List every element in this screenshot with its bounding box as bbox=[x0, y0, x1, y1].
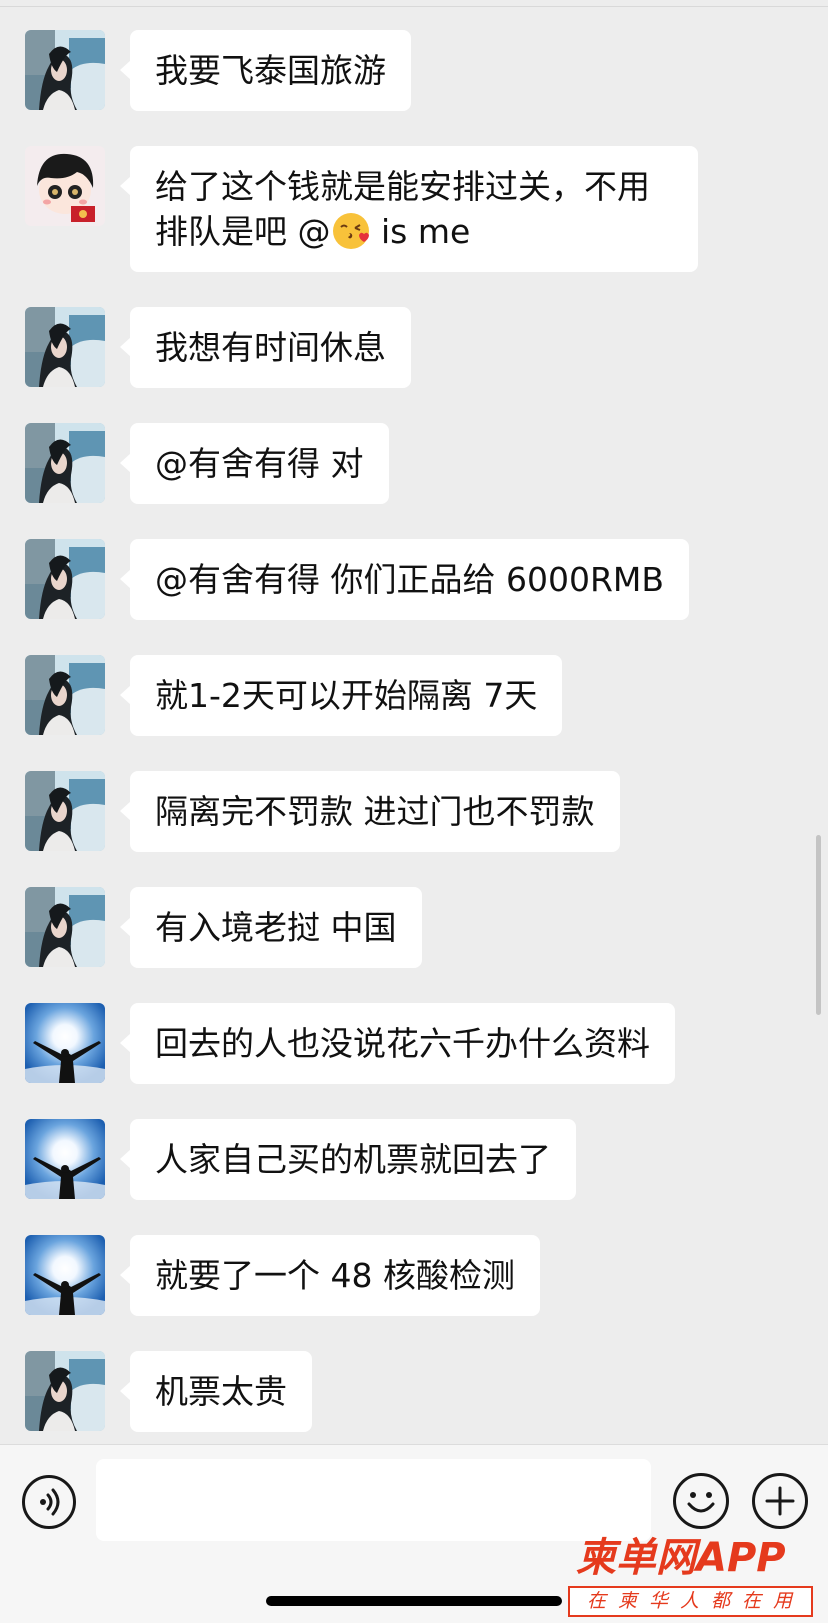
message-bubble[interactable]: 给了这个钱就是能安排过关，不用 排队是吧 @ is me bbox=[120, 146, 698, 272]
message-bubble[interactable]: 就1-2天可以开始隔离 7天 bbox=[119, 655, 563, 736]
message-bubble[interactable]: 回去的人也没说花六千办什么资料 bbox=[120, 1003, 675, 1084]
voice-icon bbox=[40, 1488, 60, 1516]
plus-icon bbox=[765, 1486, 795, 1516]
girl-avatar[interactable] bbox=[25, 307, 105, 387]
message-line: is me bbox=[370, 212, 471, 251]
girl-avatar[interactable] bbox=[25, 423, 105, 503]
message-bubble[interactable]: 我要飞泰国旅游 bbox=[120, 30, 411, 111]
girl-avatar[interactable] bbox=[25, 30, 105, 110]
message-bubble[interactable]: 我想有时间休息 bbox=[120, 307, 411, 388]
chat-area[interactable]: 我要飞泰国旅游 给了这个钱就是能安排过关，不用 排队是吧 @ is me 我想有… bbox=[0, 0, 828, 1444]
message-line: 给了这个钱就是能安排过关，不用 bbox=[155, 167, 650, 206]
message-bubble[interactable]: @有舍有得 你们正品给 6000RMB bbox=[119, 539, 690, 620]
message-input[interactable] bbox=[96, 1459, 651, 1541]
watermark-logo: 柬单网APP 在柬华人都在用 bbox=[568, 1534, 826, 1620]
home-indicator[interactable] bbox=[266, 1596, 562, 1606]
message-bubble[interactable]: 有入境老挝 中国 bbox=[120, 887, 422, 968]
girl-avatar[interactable] bbox=[25, 887, 105, 967]
girl-avatar[interactable] bbox=[25, 771, 105, 851]
girl-avatar[interactable] bbox=[25, 539, 105, 619]
more-button[interactable] bbox=[752, 1473, 808, 1529]
watermark-slogan: 在柬华人都在用 bbox=[568, 1586, 813, 1617]
emoji-button[interactable] bbox=[673, 1473, 729, 1529]
message-bubble[interactable]: 机票太贵 bbox=[120, 1351, 312, 1432]
message-bubble[interactable]: 人家自己买的机票就回去了 bbox=[120, 1119, 576, 1200]
smiley-icon bbox=[687, 1492, 715, 1513]
girl-avatar[interactable] bbox=[25, 1351, 105, 1431]
message-line: 排队是吧 @ bbox=[155, 212, 331, 251]
sky-avatar[interactable] bbox=[25, 1003, 105, 1083]
sky-avatar[interactable] bbox=[25, 1235, 105, 1315]
message-bubble[interactable]: 就要了一个 48 核酸检测 bbox=[120, 1235, 540, 1316]
sky-avatar[interactable] bbox=[25, 1119, 105, 1199]
message-bubble[interactable]: @有舍有得 对 bbox=[120, 423, 389, 504]
message-bubble[interactable]: 隔离完不罚款 进过门也不罚款 bbox=[120, 771, 620, 852]
watermark-brand: 柬单网APP bbox=[576, 1535, 786, 1581]
girl-avatar[interactable] bbox=[25, 655, 105, 735]
cartoon-avatar[interactable] bbox=[25, 146, 105, 226]
scrollbar[interactable] bbox=[816, 835, 821, 1015]
voice-button[interactable] bbox=[22, 1475, 76, 1529]
face-blowing-kiss-icon bbox=[331, 211, 371, 251]
